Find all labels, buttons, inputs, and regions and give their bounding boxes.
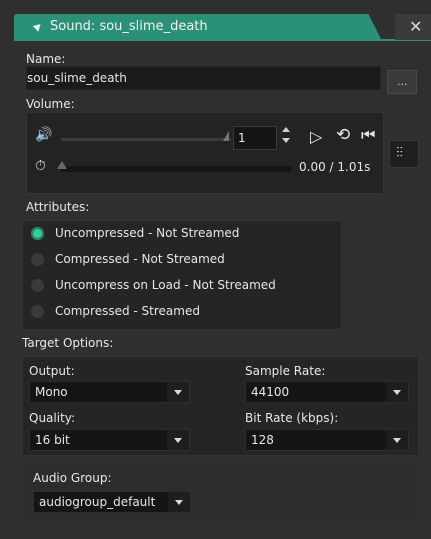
radio-option[interactable]: Compressed - Streamed — [31, 302, 341, 322]
radio-option[interactable]: Uncompressed - Not Streamed — [31, 224, 341, 244]
equalizer-icon: ⫶⫶ — [396, 145, 403, 161]
bitrate-label: Bit Rate (kbps): — [245, 411, 339, 425]
chevron-down-icon[interactable] — [167, 382, 189, 402]
browse-button[interactable]: ... — [387, 70, 417, 94]
attributes-label: Attributes: — [26, 200, 90, 214]
audio-group-panel: Audio Group: audiogroup_default — [22, 462, 419, 524]
speaker-icon: 🔊 — [35, 127, 53, 143]
ellipsis-label: ... — [397, 75, 408, 88]
quality-value: 16 bit — [35, 433, 70, 447]
name-field[interactable]: sou_slime_death — [26, 66, 381, 90]
play-icon[interactable]: ▷ — [310, 127, 322, 146]
volume-value: 1 — [238, 131, 246, 145]
window-title: Sound: sou_slime_death — [50, 19, 208, 34]
window-tab[interactable]: Sound: sou_slime_death — [14, 14, 355, 40]
radio-label: Compressed - Not Streamed — [55, 252, 225, 266]
volume-label: Volume: — [26, 97, 75, 111]
rewind-icon[interactable]: ⏮ — [361, 125, 376, 145]
output-dropdown[interactable]: Mono — [29, 381, 190, 403]
radio-label: Uncompressed - Not Streamed — [55, 226, 240, 240]
chevron-down-icon[interactable] — [386, 430, 408, 450]
volume-input[interactable]: 1 — [233, 126, 277, 150]
audio-group-label: Audio Group: — [33, 471, 112, 485]
mixer-button[interactable]: ⫶⫶ — [389, 140, 419, 168]
playback-progress[interactable] — [61, 166, 291, 172]
spin-up-icon[interactable] — [282, 127, 290, 132]
volume-slider[interactable] — [61, 138, 231, 141]
radio-label: Compressed - Streamed — [55, 304, 200, 318]
radio-icon[interactable] — [31, 305, 44, 318]
tab-underline — [14, 39, 431, 41]
quality-label: Quality: — [29, 411, 76, 425]
sample-rate-label: Sample Rate: — [245, 364, 326, 378]
playback-thumb[interactable] — [57, 161, 67, 169]
output-label: Output: — [29, 364, 75, 378]
tab-slant — [355, 14, 395, 40]
output-value: Mono — [35, 385, 68, 399]
target-options-panel: Output: Mono Sample Rate: 44100 Quality:… — [22, 356, 419, 456]
attributes-panel: Uncompressed - Not Streamed Compressed -… — [22, 220, 342, 330]
spin-down-icon[interactable] — [282, 138, 290, 143]
playback-time: 0.00 / 1.01s — [299, 160, 371, 174]
name-value: sou_slime_death — [27, 71, 127, 85]
timer-icon: ⏱ — [35, 158, 46, 174]
audio-group-value: audiogroup_default — [39, 495, 156, 509]
chevron-down-icon[interactable] — [168, 492, 190, 512]
loop-icon[interactable]: ⟲ — [336, 125, 350, 145]
radio-label: Uncompress on Load - Not Streamed — [55, 278, 276, 292]
chevron-down-icon[interactable] — [167, 430, 189, 450]
bitrate-dropdown[interactable]: 128 — [245, 429, 409, 451]
quality-dropdown[interactable]: 16 bit — [29, 429, 190, 451]
audio-group-dropdown[interactable]: audiogroup_default — [33, 491, 191, 513]
close-button[interactable]: ✕ — [395, 14, 431, 40]
bitrate-value: 128 — [251, 433, 274, 447]
title-bar: Sound: sou_slime_death ✕ — [0, 14, 431, 41]
volume-panel: 🔊 1 ▷ ⟲ ⏮ ⏱ 0.00 / 1.01s — [26, 112, 384, 194]
collapse-arrow-icon[interactable] — [32, 21, 44, 32]
sample-rate-value: 44100 — [251, 385, 290, 399]
volume-slider-thumb[interactable] — [223, 131, 229, 141]
radio-option[interactable]: Uncompress on Load - Not Streamed — [31, 276, 341, 296]
sample-rate-dropdown[interactable]: 44100 — [245, 381, 409, 403]
name-label: Name: — [26, 52, 66, 66]
chevron-down-icon[interactable] — [386, 382, 408, 402]
close-icon[interactable]: ✕ — [409, 17, 422, 36]
sound-editor-window: Sound: sou_slime_death ✕ Name: sou_slime… — [0, 0, 431, 539]
radio-icon[interactable] — [31, 279, 44, 292]
target-options-label: Target Options: — [22, 336, 114, 350]
radio-option[interactable]: Compressed - Not Streamed — [31, 250, 341, 270]
radio-selected-icon[interactable] — [31, 227, 44, 240]
radio-icon[interactable] — [31, 253, 44, 266]
